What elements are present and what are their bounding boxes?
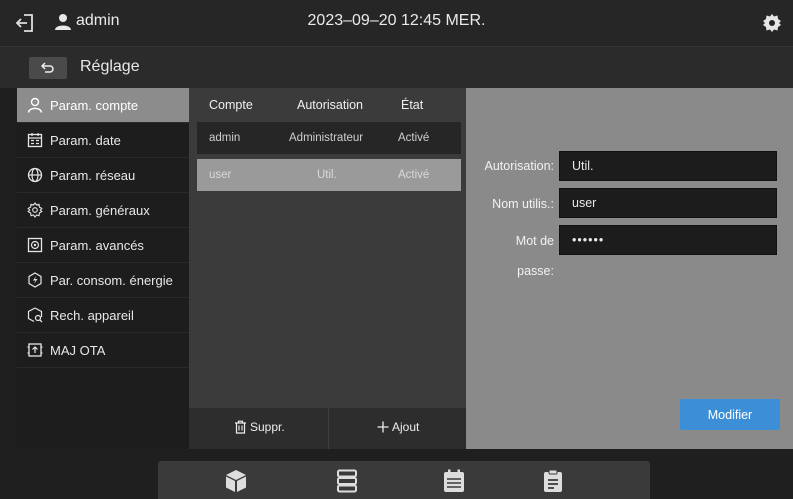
sidebar-item-energy-settings[interactable]: Par. consom. énergie: [17, 263, 189, 298]
username-field[interactable]: user: [559, 188, 777, 218]
add-label: Ajout: [392, 420, 420, 434]
back-button[interactable]: [29, 57, 67, 79]
schedule-icon[interactable]: [443, 469, 465, 493]
sidebar-item-label: Param. date: [50, 132, 121, 148]
settings-sidebar: Param. compte Param. date Param. réseau …: [17, 88, 189, 449]
sidebar-item-label: Param. généraux: [50, 202, 150, 218]
advanced-settings-icon: [27, 237, 43, 253]
table-row[interactable]: admin Administrateur Activé: [197, 122, 461, 154]
sidebar-item-date-settings[interactable]: Param. date: [17, 123, 189, 158]
account-cell: admin: [209, 132, 241, 144]
account-table-header: Compte Autorisation État: [189, 88, 466, 122]
user-icon: [55, 14, 71, 30]
column-header-account: Compte: [209, 98, 253, 112]
sidebar-item-network-settings[interactable]: Param. réseau: [17, 158, 189, 193]
account-detail-panel: Autorisation: Util. Nom utilis.: user Mo…: [466, 88, 793, 449]
sidebar-item-label: MAJ OTA: [50, 342, 106, 358]
account-cell: user: [209, 169, 232, 181]
state-cell: Activé: [398, 132, 430, 144]
account-list-panel: Compte Autorisation État admin Administr…: [189, 88, 466, 449]
divider: [328, 408, 329, 449]
sidebar-item-label: Param. compte: [50, 97, 139, 113]
sidebar-item-device-search[interactable]: Rech. appareil: [17, 298, 189, 333]
logout-icon[interactable]: [15, 12, 37, 34]
password-label-line2: passe:: [517, 264, 554, 278]
plus-icon: [377, 421, 389, 433]
authorization-cell: Util.: [317, 169, 337, 181]
settings-gear-icon[interactable]: [762, 13, 782, 33]
sidebar-item-label: Rech. appareil: [50, 307, 134, 323]
table-row[interactable]: user Util. Activé: [197, 159, 461, 191]
column-header-state: État: [401, 98, 424, 112]
modify-button[interactable]: Modifier: [680, 399, 780, 430]
password-field[interactable]: ••••••: [559, 225, 777, 255]
column-header-authorization: Autorisation: [297, 98, 364, 112]
device-search-icon: [27, 307, 43, 323]
globe-icon: [27, 167, 43, 183]
authorization-select[interactable]: Util.: [559, 151, 777, 181]
user-icon: [27, 97, 43, 113]
current-user-name: admin: [76, 12, 120, 29]
sidebar-item-label: Par. consom. énergie: [50, 272, 173, 288]
list-actions-bar: Suppr. Ajout: [189, 408, 466, 449]
bottom-nav-bar: [158, 461, 650, 499]
device-cube-icon[interactable]: [225, 469, 247, 493]
sidebar-item-advanced-settings[interactable]: Param. avancés: [17, 228, 189, 263]
energy-icon: [28, 272, 42, 288]
password-label-line1: Mot de: [515, 234, 554, 248]
authorization-label: Autorisation:: [484, 159, 554, 173]
delete-label: Suppr.: [250, 420, 285, 434]
add-button[interactable]: Ajout: [377, 420, 419, 434]
report-icon[interactable]: [542, 469, 564, 493]
sidebar-item-general-settings[interactable]: Param. généraux: [17, 193, 189, 228]
username-label: Nom utilis.:: [492, 197, 554, 211]
trash-icon: [235, 420, 246, 434]
top-bar: admin 2023–09–20 12:45 MER.: [0, 0, 793, 46]
sidebar-item-ota-update[interactable]: MAJ OTA: [17, 333, 189, 368]
sidebar-item-label: Param. réseau: [50, 167, 136, 183]
sidebar-item-account-settings[interactable]: Param. compte: [17, 88, 189, 123]
ota-update-icon: [27, 343, 43, 357]
list-icon[interactable]: [336, 469, 358, 493]
calendar-icon: [27, 133, 43, 148]
sidebar-item-label: Param. avancés: [50, 237, 144, 253]
gear-icon: [27, 202, 43, 218]
delete-button[interactable]: Suppr.: [234, 420, 285, 434]
page-title: Réglage: [80, 58, 140, 75]
authorization-cell: Administrateur: [289, 132, 364, 144]
back-arrow-icon: [41, 62, 54, 73]
sub-header: Réglage: [0, 46, 793, 88]
state-cell: Activé: [398, 169, 430, 181]
